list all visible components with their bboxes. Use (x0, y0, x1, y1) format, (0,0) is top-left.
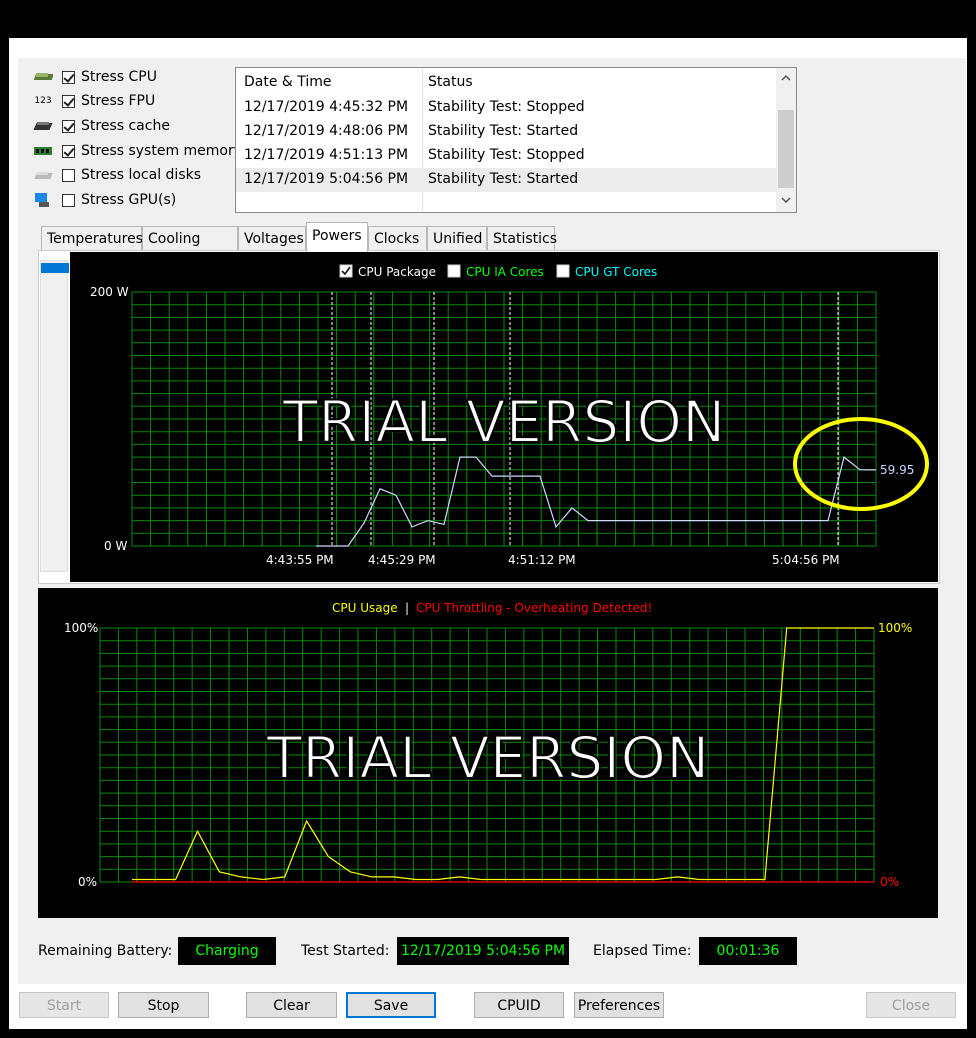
log-row-datetime: 12/17/2019 5:04:56 PM (244, 171, 409, 187)
power-chart: CPU Package CPU IA Cores CPU GT Cores 20… (70, 252, 938, 582)
power-watermark: TRIAL VERSION (282, 388, 726, 456)
legend-cpu-package: CPU Package (358, 265, 436, 279)
series-cpu-package (316, 456, 877, 547)
elapsed-time-label: Elapsed Time: (593, 943, 692, 959)
start-button[interactable]: Start (19, 992, 109, 1018)
legend-cpu-ia-cores: CPU IA Cores (466, 265, 544, 279)
stress-fpu-label: Stress FPU (81, 93, 156, 109)
log-header-datetime[interactable]: Date & Time (244, 74, 332, 90)
disk-icon (32, 167, 54, 183)
log-header: Date & Time Status (236, 68, 776, 96)
log-row-status: Stability Test: Stopped (428, 147, 585, 163)
fpu-icon: 123 (34, 95, 52, 106)
stress-memory-checkbox[interactable] (62, 144, 75, 158)
tab-cooling-fans[interactable]: Cooling Fans (142, 226, 238, 271)
battery-label: Remaining Battery: (38, 943, 173, 959)
log-row-datetime: 12/17/2019 4:45:32 PM (244, 99, 409, 115)
tab-temperatures[interactable]: Temperatures (41, 226, 143, 250)
sensor-selector-list[interactable] (40, 260, 69, 572)
event-log-list[interactable]: Date & Time Status 12/17/2019 4:45:32 PM… (235, 67, 797, 213)
power-x-label: 4:45:29 PM (368, 553, 436, 567)
legend-cpu-gt-cores: CPU GT Cores (575, 265, 657, 279)
stress-memory-label: Stress system memory (81, 143, 243, 159)
usage-y-max-left: 100% (64, 621, 98, 635)
clear-button[interactable]: Clear (246, 992, 337, 1018)
stress-cache-checkbox[interactable] (62, 119, 75, 133)
stress-gpu-checkbox[interactable] (62, 193, 75, 207)
stress-cache-label: Stress cache (81, 118, 170, 134)
legend-cpu-throttling: CPU Throttling - Overheating Detected! (416, 601, 652, 615)
stress-disks-label: Stress local disks (81, 167, 202, 183)
log-row[interactable]: 12/17/2019 4:51:13 PM Stability Test: St… (236, 144, 776, 168)
tab-unified[interactable]: Unified (427, 226, 487, 250)
usage-y-min-left: 0% (78, 875, 97, 889)
log-row[interactable]: 12/17/2019 4:48:06 PM Stability Test: St… (236, 120, 776, 144)
stress-disks-option[interactable]: Stress local disks (32, 164, 201, 186)
scroll-down-icon[interactable] (781, 196, 791, 204)
test-started-label: Test Started: (301, 943, 390, 959)
tab-powers[interactable]: Powers (306, 222, 368, 252)
save-button[interactable]: Save (346, 992, 436, 1018)
test-started-value: 12/17/2019 5:04:56 PM (397, 937, 569, 965)
tab-clocks[interactable]: Clocks (368, 226, 427, 250)
power-legend: CPU Package CPU IA Cores CPU GT Cores (339, 264, 657, 279)
cpuid-button[interactable]: CPUID (474, 992, 564, 1018)
legend-cpu-ia-cores-checkbox[interactable] (447, 264, 461, 278)
battery-value: Charging (178, 937, 276, 965)
power-chart-svg: CPU Package CPU IA Cores CPU GT Cores 20… (90, 264, 929, 567)
stress-disks-checkbox[interactable] (62, 168, 75, 182)
power-x-label: 5:04:56 PM (772, 553, 840, 567)
legend-cpu-package-checkbox[interactable] (339, 264, 353, 278)
legend-cpu-gt-cores-checkbox[interactable] (556, 264, 570, 278)
power-y-min-label: 0 W (104, 539, 127, 553)
power-current-value: 59.95 (880, 463, 914, 477)
stress-cpu-checkbox[interactable] (62, 70, 75, 84)
sensor-selector-item-selected[interactable] (41, 263, 69, 273)
cpu-icon (32, 69, 54, 85)
gpu-icon (32, 192, 54, 208)
stress-fpu-checkbox[interactable] (62, 94, 75, 108)
cpu-usage-chart: CPU Usage | CPU Throttling - Overheating… (38, 588, 938, 918)
log-row[interactable]: 12/17/2019 4:45:32 PM Stability Test: St… (236, 96, 776, 120)
log-row-datetime: 12/17/2019 4:51:13 PM (244, 147, 409, 163)
power-x-label: 4:43:55 PM (266, 553, 334, 567)
cpu-usage-chart-svg: CPU Usage | CPU Throttling - Overheating… (64, 601, 912, 889)
preferences-button[interactable]: Preferences (574, 992, 664, 1018)
stress-cpu-option[interactable]: Stress CPU (32, 66, 157, 88)
log-scrollbar[interactable] (776, 68, 796, 212)
stress-cache-option[interactable]: Stress cache (32, 115, 170, 137)
legend-cpu-usage: CPU Usage (332, 601, 398, 615)
log-row[interactable]: 12/17/2019 5:04:56 PM Stability Test: St… (236, 168, 776, 192)
scroll-up-icon[interactable] (781, 74, 791, 82)
tab-voltages[interactable]: Voltages (238, 226, 306, 250)
stress-cpu-label: Stress CPU (81, 69, 157, 85)
log-row-status: Stability Test: Started (428, 123, 579, 139)
log-row-status: Stability Test: Stopped (428, 99, 585, 115)
stop-button[interactable]: Stop (118, 992, 209, 1018)
log-scrollbar-thumb[interactable] (778, 110, 794, 188)
power-x-label: 4:51:12 PM (508, 553, 576, 567)
close-button[interactable]: Close (866, 992, 956, 1018)
usage-watermark: TRIAL VERSION (266, 724, 710, 792)
power-y-max-label: 200 W (90, 285, 129, 299)
usage-y-max-right: 100% (878, 621, 912, 635)
tab-statistics[interactable]: Statistics (487, 226, 557, 250)
stress-memory-option[interactable]: Stress system memory (32, 140, 242, 162)
cache-icon (32, 118, 54, 134)
usage-y-min-right: 0% (880, 875, 899, 889)
stress-gpu-label: Stress GPU(s) (81, 192, 177, 208)
memory-icon (32, 143, 54, 159)
stress-gpu-option[interactable]: Stress GPU(s) (32, 189, 176, 211)
log-row-datetime: 12/17/2019 4:48:06 PM (244, 123, 409, 139)
legend-separator: | (405, 601, 409, 615)
elapsed-time-value: 00:01:36 (699, 937, 797, 965)
log-header-status[interactable]: Status (428, 74, 473, 90)
log-row-status: Stability Test: Started (428, 171, 579, 187)
stress-fpu-option[interactable]: 123 Stress FPU (32, 90, 155, 112)
